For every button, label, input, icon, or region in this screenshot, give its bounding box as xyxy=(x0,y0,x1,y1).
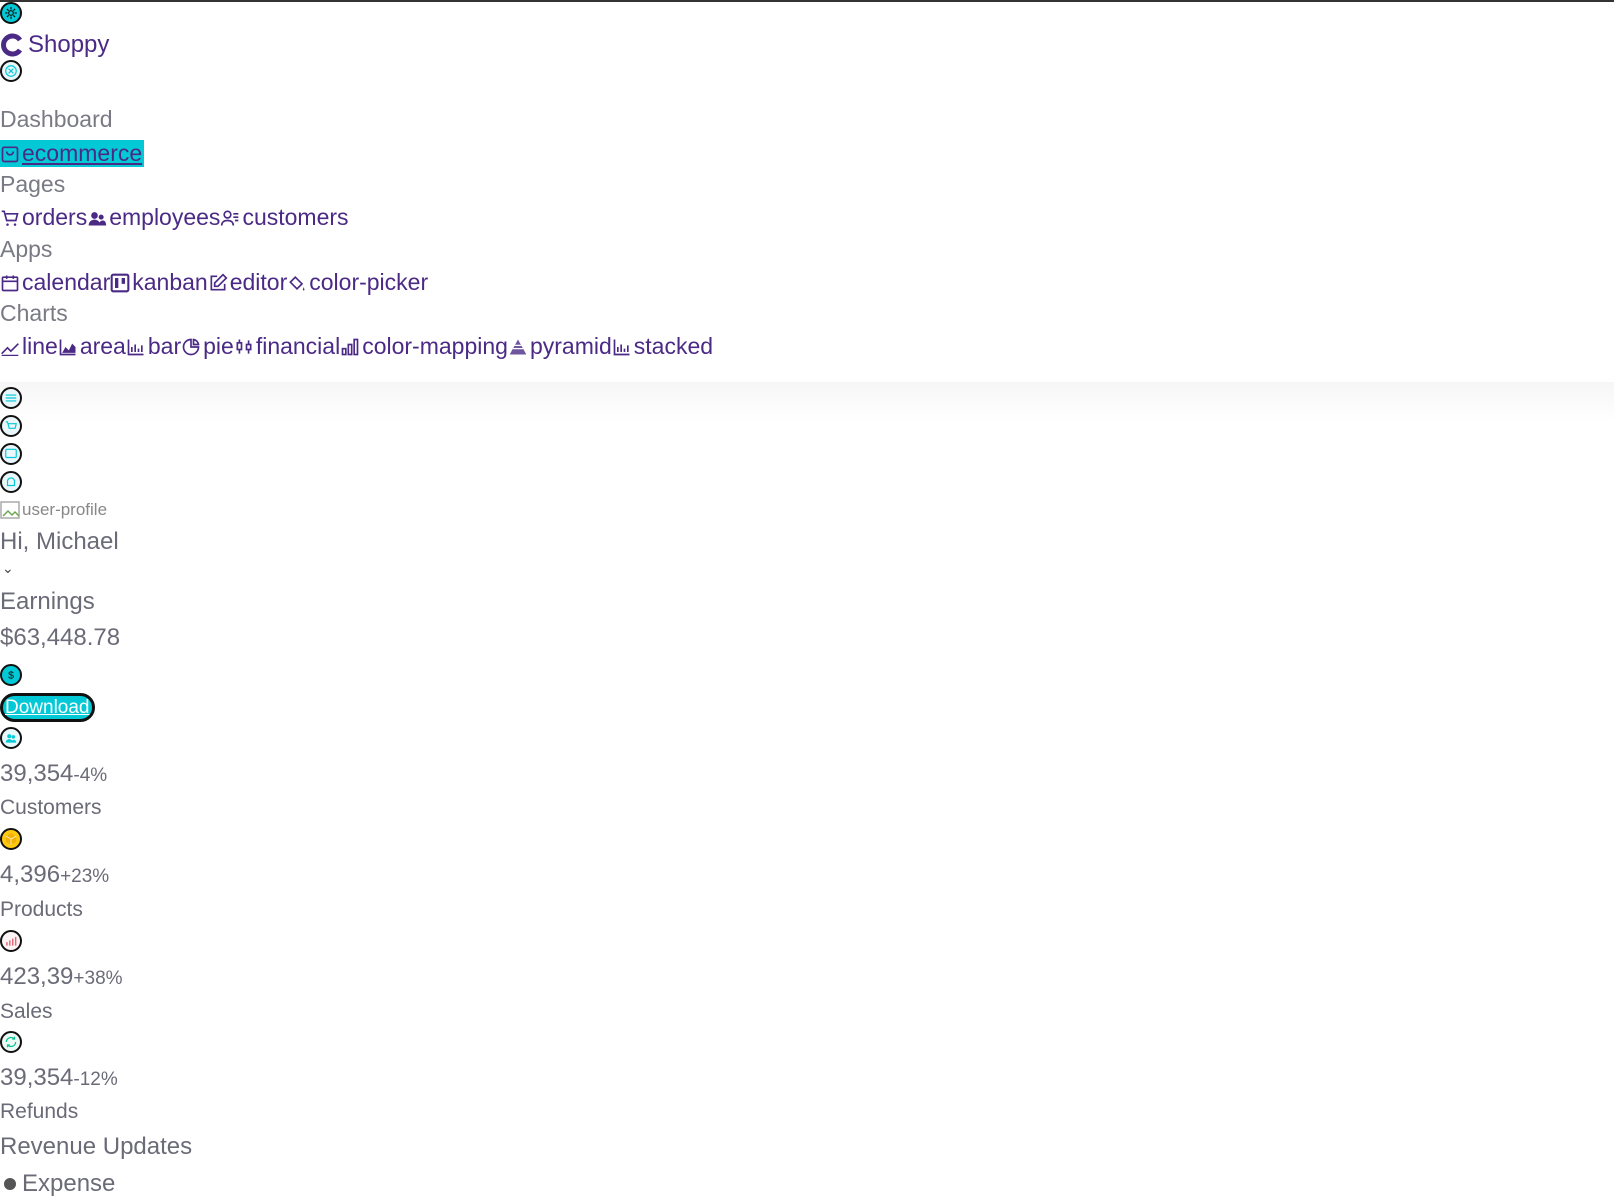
notification-button[interactable] xyxy=(0,471,22,493)
sidebar-item-editor[interactable]: editor xyxy=(208,269,287,296)
sidebar-section-charts: Charts xyxy=(0,300,68,326)
sidebar-item-customers[interactable]: customers xyxy=(220,204,349,231)
sales-stat-label: Sales xyxy=(0,1000,53,1023)
pyramid-icon xyxy=(509,339,527,354)
sidebar-section-dashboard: Dashboard xyxy=(0,106,113,132)
sales-stat-button[interactable] xyxy=(0,930,22,952)
cart-icon xyxy=(5,421,17,429)
cart-icon xyxy=(1,210,19,226)
sidebar-section-pages: Pages xyxy=(0,171,66,197)
settings-button[interactable] xyxy=(0,2,22,24)
sidebar-item-line[interactable]: line xyxy=(0,333,58,360)
close-sidebar-button[interactable] xyxy=(0,60,22,82)
close-icon xyxy=(5,65,17,77)
color-mapping-icon xyxy=(341,338,359,355)
calendar-icon xyxy=(1,275,19,291)
sidebar-charts-links: line area bar pie financial color-mappin… xyxy=(0,333,713,360)
sidebar-dashboard-links: ecommerce xyxy=(0,140,145,167)
customers-stat-button[interactable] xyxy=(0,727,22,749)
sales-chart-icon xyxy=(6,936,17,946)
refunds-stat-button[interactable] xyxy=(0,1031,22,1053)
refunds-stat-value: 39,354-12% xyxy=(0,1064,118,1091)
sidebar-item-calendar[interactable]: calendar xyxy=(0,269,110,296)
brand-name: Shoppy xyxy=(28,31,110,58)
people-icon xyxy=(88,211,107,225)
refund-icon xyxy=(5,1036,17,1048)
sidebar-section-apps: Apps xyxy=(0,236,53,262)
brand-logo[interactable]: Shoppy xyxy=(0,30,109,60)
sidebar-item-color-picker[interactable]: color-picker xyxy=(287,269,428,296)
sidebar-item-area[interactable]: area xyxy=(58,333,126,360)
customers-stat-label: Customers xyxy=(0,796,102,819)
menu-button[interactable] xyxy=(0,387,22,409)
earnings-value: $63,448.78 xyxy=(0,624,121,651)
sidebar-item-color-mapping[interactable]: color-mapping xyxy=(340,333,508,360)
box-icon xyxy=(5,833,17,845)
kanban-icon xyxy=(110,273,130,292)
chat-button[interactable] xyxy=(0,443,22,465)
customers-stat-value: 39,354-4% xyxy=(0,760,108,787)
user-greeting[interactable]: Hi, Michael xyxy=(0,528,119,556)
line-chart-icon xyxy=(1,342,19,356)
sidebar-apps-links: calendar kanban editor color-picker xyxy=(0,269,428,296)
dollar-icon: $ xyxy=(8,670,14,682)
legend-dot-icon xyxy=(4,1178,16,1190)
sidebar-item-ecommerce[interactable]: ecommerce xyxy=(0,140,145,167)
stacked-chart-icon xyxy=(613,339,630,355)
products-stat-button[interactable] xyxy=(0,828,22,850)
revenue-updates-title: Revenue Updates xyxy=(0,1133,193,1160)
bar-chart-icon xyxy=(127,339,144,355)
expense-legend: Expense xyxy=(4,1170,115,1198)
sidebar-item-stacked[interactable]: stacked xyxy=(612,333,713,360)
chevron-down-icon[interactable]: ⌄ xyxy=(2,560,14,577)
navbar xyxy=(0,382,1614,422)
refunds-stat-label: Refunds xyxy=(0,1100,79,1123)
shoppy-logo-icon xyxy=(1,33,23,57)
menu-icon xyxy=(5,394,17,402)
sidebar-item-pyramid[interactable]: pyramid xyxy=(508,333,612,360)
sidebar-item-bar[interactable]: bar xyxy=(126,333,181,360)
svg-text:$: $ xyxy=(8,670,14,682)
sidebar-item-kanban[interactable]: kanban xyxy=(110,269,208,296)
products-stat-value: 4,396+23% xyxy=(0,861,110,888)
top-border xyxy=(0,0,1614,2)
customers-icon xyxy=(5,734,17,743)
sidebar-item-employees[interactable]: employees xyxy=(87,204,220,231)
pie-chart-icon xyxy=(182,338,200,355)
candlestick-icon xyxy=(236,339,252,354)
cart-button[interactable] xyxy=(0,415,22,437)
sidebar-item-financial[interactable]: financial xyxy=(234,333,340,360)
shopping-bag-icon xyxy=(1,146,19,162)
area-chart-icon xyxy=(59,339,76,355)
sales-stat-value: 423,39+38% xyxy=(0,963,123,990)
user-profile-image[interactable]: user-profile xyxy=(0,500,107,520)
paint-bucket-icon xyxy=(289,275,305,290)
sidebar-item-pie[interactable]: pie xyxy=(181,333,234,360)
bell-icon xyxy=(6,477,16,487)
broken-image-icon xyxy=(0,501,20,519)
earnings-label: Earnings xyxy=(0,588,95,615)
gear-icon xyxy=(5,7,17,19)
dollar-button[interactable]: $ xyxy=(0,664,22,686)
sidebar-pages-links: orders employees customers xyxy=(0,204,349,231)
user-list-icon xyxy=(221,210,239,226)
sidebar-item-orders[interactable]: orders xyxy=(0,204,87,231)
products-stat-label: Products xyxy=(0,898,83,921)
chat-icon xyxy=(5,448,17,459)
download-button[interactable]: Download xyxy=(0,693,95,722)
edit-icon xyxy=(210,272,228,290)
